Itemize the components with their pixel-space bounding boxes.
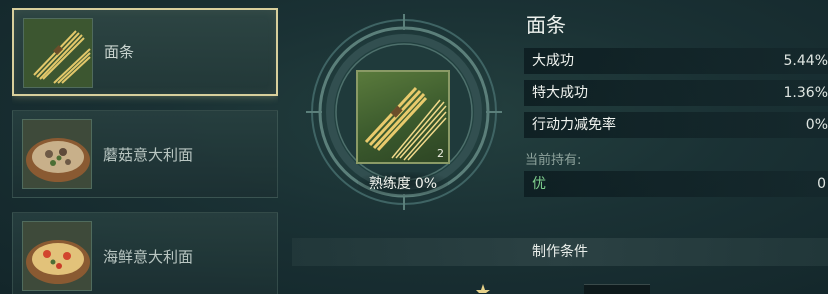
bottom-tab[interactable] — [584, 284, 650, 294]
recipe-card-seafood-pasta[interactable]: 海鲜意大利面 — [12, 212, 278, 294]
seafood-pasta-icon — [22, 221, 92, 291]
proficiency-label: 熟练度 — [368, 176, 411, 192]
stat-value: 5.44% — [783, 53, 828, 69]
stat-row-huge-success: 特大成功 1.36% — [524, 80, 828, 106]
recipe-name: 面条 — [104, 43, 135, 61]
recipe-card-noodles[interactable]: 面条 — [12, 8, 278, 96]
item-title: 面条 — [526, 13, 566, 37]
noodles-icon — [23, 18, 93, 88]
proficiency-display: 熟练度 0% — [358, 172, 448, 196]
held-count: 0 — [817, 176, 826, 192]
stat-value: 0% — [805, 117, 828, 133]
stat-value: 1.36% — [783, 85, 828, 101]
stat-label: 行动力减免率 — [532, 117, 616, 133]
item-count: 2 — [437, 147, 444, 160]
mushroom-pasta-icon — [22, 119, 92, 189]
noodles-icon — [364, 86, 447, 161]
proficiency-value: 0% — [414, 176, 438, 192]
recipe-name: 蘑菇意大利面 — [103, 146, 194, 164]
stat-row-action-reduction: 行动力减免率 0% — [524, 112, 828, 138]
stat-label: 特大成功 — [532, 85, 588, 101]
crafting-conditions-header: 制作条件 — [292, 238, 828, 266]
held-quality: 优 — [532, 176, 546, 192]
stat-label: 大成功 — [532, 53, 574, 69]
held-row: 优 0 — [524, 171, 828, 197]
star-icon — [476, 284, 490, 293]
recipe-name: 海鲜意大利面 — [103, 248, 194, 266]
held-label: 当前持有: — [525, 153, 582, 168]
recipe-card-mushroom-pasta[interactable]: 蘑菇意大利面 — [12, 110, 278, 198]
stat-row-great-success: 大成功 5.44% — [524, 48, 828, 74]
item-slot[interactable]: 2 — [356, 70, 450, 164]
recipe-list: 面条 蘑菇意大利面 海鲜意大利面 — [12, 8, 278, 294]
